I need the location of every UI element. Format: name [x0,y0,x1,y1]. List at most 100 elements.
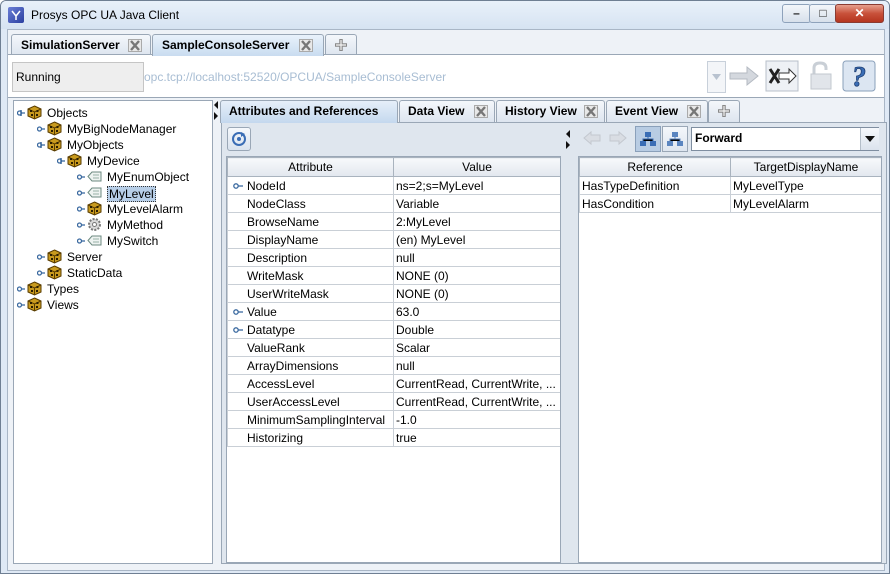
tree-expand-handle-icon[interactable] [77,205,85,213]
value-cell[interactable]: 2:MyLevel [393,212,560,231]
value-cell[interactable]: ns=2;s=MyLevel [393,176,560,195]
title-bar[interactable]: Prosys OPC UA Java Client – □ ✕ [1,1,889,29]
table-row[interactable]: Description null [227,248,560,267]
expand-row-icon[interactable] [231,308,247,316]
close-tab-icon[interactable] [299,39,313,52]
table-row[interactable]: ValueRank Scalar [227,338,560,357]
value-cell[interactable]: true [393,428,560,447]
maximize-button[interactable]: □ [809,4,837,23]
table-row[interactable]: DisplayName (en) MyLevel [227,230,560,249]
tree-expand-handle-icon[interactable] [17,109,25,117]
tree-node-label: MySwitch [107,234,159,248]
table-row[interactable]: BrowseName 2:MyLevel [227,212,560,231]
value-cell[interactable]: NONE (0) [393,284,560,303]
show-all-references-button[interactable] [662,126,688,152]
table-row[interactable]: AccessLevel CurrentRead, CurrentWrite, ..… [227,374,560,393]
direction-dropdown-button[interactable] [860,128,879,150]
tree-expand-handle-icon[interactable] [37,125,45,133]
left-splitter[interactable] [212,100,220,562]
table-row[interactable]: UserWriteMask NONE (0) [227,284,560,303]
close-tab-icon[interactable] [128,39,142,52]
tree-node-label: StaticData [67,266,123,280]
gear-method-icon [87,217,102,232]
tree-expand-handle-icon[interactable] [57,157,65,165]
value-cell[interactable]: -1.0 [393,410,560,429]
value-cell[interactable]: (en) MyLevel [393,230,560,249]
attribute-cell: ArrayDimensions [227,356,394,375]
tab-label: History View [505,104,577,118]
value-cell[interactable]: NONE (0) [393,266,560,285]
table-row[interactable]: HasCondition MyLevelAlarm [579,194,881,213]
url-dropdown-button[interactable] [707,61,726,93]
connect-button[interactable] [727,60,761,92]
value-cell[interactable]: Variable [393,194,560,213]
tab-sample-console-server[interactable]: SampleConsoleServer [152,34,324,56]
table-row[interactable]: Value 63.0 [227,302,560,321]
refresh-button[interactable] [227,127,251,151]
close-tab-icon[interactable] [474,105,488,118]
attribute-name: NodeClass [247,196,306,211]
expand-row-icon[interactable] [231,182,247,190]
tree-expand-handle-icon[interactable] [37,141,45,149]
forward-arrow-icon[interactable] [609,130,627,146]
tree-node-label: Types [47,282,80,296]
splitter-arrows-icon [566,130,570,149]
security-lock-button[interactable] [804,60,838,92]
add-view-tab-button[interactable] [708,100,740,122]
add-server-tab-button[interactable] [325,34,357,55]
table-row[interactable]: WriteMask NONE (0) [227,266,560,285]
show-hierarchy-button[interactable] [635,126,661,152]
tree-expand-handle-icon[interactable] [37,269,45,277]
tree-node-label: MyLevel [107,186,156,202]
tree-node-label: MyDevice [87,154,140,168]
tab-label: Attributes and References [229,104,379,118]
tree-expand-handle-icon[interactable] [77,173,85,181]
direction-value: Forward [695,131,743,145]
value-cell[interactable]: CurrentRead, CurrentWrite, ... [393,374,560,393]
table-row[interactable]: ArrayDimensions null [227,356,560,375]
column-header-reference[interactable]: Reference [579,157,731,177]
server-url-input[interactable]: opc.tcp://localhost:52520/OPCUA/SampleCo… [144,70,446,84]
tree-expand-handle-icon[interactable] [37,253,45,261]
tree-expand-handle-icon[interactable] [77,237,85,245]
tab-simulation-server[interactable]: SimulationServer [11,34,151,55]
close-window-button[interactable]: ✕ [835,4,884,23]
help-button[interactable]: ? [842,60,876,93]
attribute-name: ArrayDimensions [247,358,339,373]
close-tab-icon[interactable] [687,105,701,118]
column-header-attribute[interactable]: Attribute [227,157,394,177]
close-tab-icon[interactable] [584,105,598,118]
table-row[interactable]: NodeId ns=2;s=MyLevel [227,176,560,195]
tab-history-view[interactable]: History View [496,100,605,122]
table-row[interactable]: UserAccessLevel CurrentRead, CurrentWrite… [227,392,560,411]
table-row[interactable]: Datatype Double [227,320,560,339]
table-row[interactable]: NodeClass Variable [227,194,560,213]
reference-cell: HasTypeDefinition [579,176,731,195]
value-cell[interactable]: CurrentRead, CurrentWrite, ... [393,392,560,411]
unlocked-padlock-icon [810,61,832,90]
table-row[interactable]: HasTypeDefinition MyLevelType [579,176,881,195]
value-cell[interactable]: null [393,356,560,375]
column-header-target-display-name[interactable]: TargetDisplayName [730,157,881,177]
tree-expand-handle-icon[interactable] [17,301,25,309]
tab-attributes-and-references[interactable]: Attributes and References [220,100,398,123]
value-cell[interactable]: Scalar [393,338,560,357]
tab-data-view[interactable]: Data View [399,100,495,122]
tree-expand-handle-icon[interactable] [17,285,25,293]
middle-splitter[interactable] [564,129,572,561]
tree-expand-handle-icon[interactable] [77,189,85,197]
value-cell[interactable]: null [393,248,560,267]
value-cell[interactable]: Double [393,320,560,339]
minimize-button[interactable]: – [782,4,811,23]
table-row[interactable]: MinimumSamplingInterval -1.0 [227,410,560,429]
address-space-tree[interactable]: Objects MyBigNodeManager MyObjects MyDevice… [13,100,213,564]
column-header-value[interactable]: Value [393,157,560,177]
back-arrow-icon[interactable] [583,130,601,146]
disconnect-button[interactable] [765,60,799,92]
tab-event-view[interactable]: Event View [606,100,708,122]
reference-direction-select[interactable]: Forward [691,127,879,151]
table-row[interactable]: Historizing true [227,428,560,447]
tree-expand-handle-icon[interactable] [77,221,85,229]
value-cell[interactable]: 63.0 [393,302,560,321]
expand-row-icon[interactable] [231,326,247,334]
